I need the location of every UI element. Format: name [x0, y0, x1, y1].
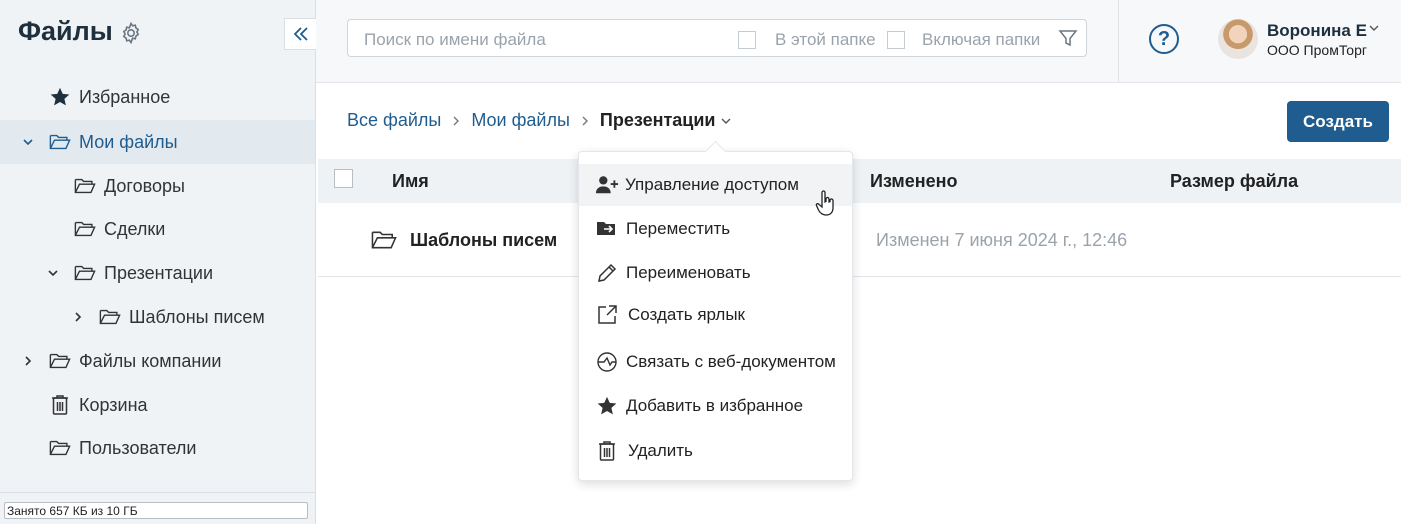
menu-item-label: Добавить в избранное	[626, 396, 804, 415]
help-button[interactable]: ?	[1149, 24, 1179, 54]
chevron-down-icon[interactable]	[720, 115, 732, 127]
folder-icon	[49, 350, 71, 372]
menu-item-link-web-document[interactable]: Связать с веб-документом	[579, 341, 852, 383]
sidebar-item-label: Пользователи	[79, 437, 197, 458]
folder-icon	[49, 437, 71, 459]
collapse-sidebar-button[interactable]	[284, 18, 316, 50]
chevron-down-icon[interactable]	[21, 135, 35, 149]
user-name[interactable]: Воронина Е	[1267, 21, 1367, 41]
folder-icon	[370, 229, 398, 256]
breadcrumb-my-files[interactable]: Мои файлы	[471, 110, 570, 131]
sidebar-item-favorites[interactable]: Избранное	[0, 75, 315, 119]
sidebar-title: Файлы	[18, 16, 143, 47]
chevron-down-icon[interactable]	[1368, 22, 1380, 34]
topbar-divider	[1118, 0, 1119, 83]
user-plus-icon	[595, 173, 619, 197]
menu-item-label: Создать ярлык	[628, 305, 745, 324]
in-folder-label: В этой папке	[775, 30, 876, 49]
gear-icon[interactable]	[119, 21, 143, 45]
column-name[interactable]: Имя	[392, 171, 429, 192]
chevron-down-icon[interactable]	[46, 266, 60, 280]
hand-cursor-icon	[815, 190, 834, 216]
menu-item-label: Переименовать	[626, 263, 751, 282]
star-icon	[595, 394, 619, 418]
folder-icon	[99, 306, 121, 328]
menu-item-label: Переместить	[626, 219, 731, 238]
sidebar-item-label: Мои файлы	[79, 131, 178, 152]
sidebar-item-label: Сделки	[104, 218, 166, 239]
sidebar-item-my-files[interactable]: Мои файлы	[0, 120, 315, 164]
menu-arrow	[704, 140, 727, 163]
sidebar-item-deals[interactable]: Сделки	[0, 207, 315, 251]
table-header: Имя Изменено Размер файла	[318, 159, 1401, 203]
column-size[interactable]: Размер файла	[1170, 171, 1298, 192]
sidebar-item-label: Избранное	[79, 86, 171, 107]
menu-item-delete[interactable]: Удалить	[579, 430, 852, 472]
breadcrumb: Все файлы Мои файлы Презентации	[347, 110, 732, 131]
shortcut-icon	[595, 303, 619, 327]
question-mark-icon: ?	[1157, 27, 1171, 50]
avatar[interactable]	[1218, 19, 1258, 59]
sidebar-item-letter-templates[interactable]: Шаблоны писем	[0, 295, 315, 339]
context-menu: Управление доступом Переместить Переимен…	[578, 140, 853, 481]
file-modified: Изменен 7 июня 2024 г., 12:46	[876, 230, 1128, 250]
sidebar-divider	[0, 492, 315, 493]
chevron-right-icon	[451, 115, 461, 127]
menu-item-create-shortcut[interactable]: Создать ярлык	[579, 294, 852, 336]
user-org: ООО ПромТорг	[1267, 42, 1367, 58]
breadcrumb-current[interactable]: Презентации	[600, 110, 716, 131]
move-folder-icon	[595, 217, 619, 241]
trash-icon	[49, 394, 71, 416]
menu-item-manage-access[interactable]: Управление доступом	[579, 164, 852, 206]
pencil-icon	[595, 261, 619, 285]
double-chevron-left-icon	[293, 27, 308, 41]
include-folders-label: Включая папки	[922, 30, 1041, 49]
sidebar: Файлы Избранное Мои файлы Договоры Сделк…	[0, 0, 316, 524]
sidebar-item-label: Шаблоны писем	[129, 306, 265, 327]
select-all-checkbox[interactable]	[334, 169, 353, 188]
filter-icon[interactable]	[1058, 28, 1078, 48]
search-box[interactable]: Поиск по имени файла В этой папке Включа…	[347, 19, 1087, 57]
sidebar-item-presentations[interactable]: Презентации	[0, 251, 315, 295]
sidebar-item-label: Договоры	[104, 175, 185, 196]
web-link-icon	[595, 350, 619, 374]
menu-item-move[interactable]: Переместить	[579, 208, 852, 250]
sidebar-item-company-files[interactable]: Файлы компании	[0, 339, 315, 383]
sidebar-item-label: Корзина	[79, 394, 148, 415]
menu-item-add-favorite[interactable]: Добавить в избранное	[579, 385, 852, 427]
sidebar-item-trash[interactable]: Корзина	[0, 383, 315, 427]
search-input[interactable]: Поиск по имени файла	[364, 30, 546, 50]
file-name[interactable]: Шаблоны писем	[410, 230, 557, 251]
menu-item-label: Управление доступом	[625, 175, 799, 194]
menu-item-rename[interactable]: Переименовать	[579, 252, 852, 294]
folder-icon	[74, 218, 96, 240]
create-button[interactable]: Создать	[1287, 101, 1389, 142]
sidebar-item-users[interactable]: Пользователи	[0, 426, 315, 470]
storage-usage: Занято 657 КБ из 10 ГБ	[4, 502, 308, 519]
chevron-right-icon	[580, 115, 590, 127]
sidebar-title-text: Файлы	[18, 16, 113, 46]
include-folders-checkbox[interactable]	[887, 31, 905, 49]
sidebar-item-label: Презентации	[104, 262, 214, 283]
folder-icon	[74, 175, 96, 197]
star-icon	[49, 86, 71, 108]
folder-icon	[74, 262, 96, 284]
in-folder-checkbox[interactable]	[738, 31, 756, 49]
table-row[interactable]: Шаблоны писем Изменен 7 июня 2024 г., 12…	[318, 203, 1401, 277]
column-modified[interactable]: Изменено	[870, 171, 958, 192]
menu-item-label: Связать с веб-документом	[626, 352, 836, 371]
menu-item-label: Удалить	[628, 441, 693, 460]
sidebar-item-label: Файлы компании	[79, 350, 222, 371]
chevron-right-icon[interactable]	[21, 354, 35, 368]
folder-icon	[49, 131, 71, 153]
sidebar-item-contracts[interactable]: Договоры	[0, 164, 315, 208]
top-bar: Поиск по имени файла В этой папке Включа…	[316, 0, 1401, 83]
trash-icon	[595, 439, 619, 463]
breadcrumb-all-files[interactable]: Все файлы	[347, 110, 441, 131]
chevron-right-icon[interactable]	[71, 310, 85, 324]
